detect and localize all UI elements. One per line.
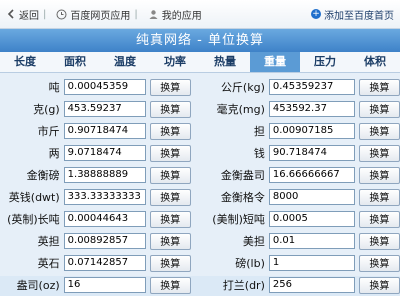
- converter-panel: 纯真网络 - 单位换算 长度 面积 温度 功率 热量 重量 压力 体积 吨 换算…: [0, 29, 400, 294]
- convert-button[interactable]: 换算: [149, 210, 191, 228]
- convert-button[interactable]: 换算: [149, 232, 191, 250]
- conversion-row: 英石 换算 磅(lb) 换算: [0, 252, 400, 274]
- unit-label: 市斤: [37, 125, 60, 138]
- conversion-row: 英担 换算 美担 换算: [0, 230, 400, 252]
- unit-label: 英担: [37, 235, 60, 248]
- unit-label: 盎司(oz): [16, 279, 60, 292]
- convert-button[interactable]: 换算: [358, 254, 400, 272]
- convert-button[interactable]: 换算: [358, 166, 400, 184]
- unit-value-field[interactable]: [268, 101, 355, 117]
- unit-label: (美制)短吨: [212, 213, 265, 226]
- convert-button[interactable]: 换算: [358, 122, 400, 140]
- unit-value-field[interactable]: [63, 233, 146, 249]
- unit-value-field[interactable]: [63, 145, 146, 161]
- convert-button[interactable]: 换算: [149, 188, 191, 206]
- top-nav-bar: 返回 | 百度网页应用 | 我的应用 + 添加至百度首页: [0, 0, 400, 29]
- baidu-apps-link[interactable]: 百度网页应用: [56, 7, 130, 22]
- unit-value-field[interactable]: [63, 123, 146, 139]
- convert-button[interactable]: 换算: [149, 78, 191, 96]
- unit-value-field[interactable]: [268, 233, 355, 249]
- baidu-apps-label: 百度网页应用: [70, 10, 131, 22]
- conversion-rows: 吨 换算 公斤(kg) 换算 克(g) 换算 毫克(mg) 换算 市斤 换算 担…: [0, 73, 400, 296]
- unit-label: 吨: [48, 81, 60, 94]
- unit-value-field[interactable]: [63, 101, 146, 117]
- conversion-row: (英制)长吨 换算 (美制)短吨 换算: [0, 208, 400, 230]
- unit-value-field[interactable]: [268, 189, 355, 205]
- convert-button[interactable]: 换算: [149, 276, 191, 294]
- tab-pressure[interactable]: 压力: [300, 52, 350, 72]
- unit-value-field[interactable]: [268, 277, 355, 293]
- tab-weight[interactable]: 重量: [250, 52, 300, 72]
- unit-value-field[interactable]: [63, 79, 146, 95]
- unit-value-field[interactable]: [63, 211, 146, 227]
- unit-label: 打兰(dr): [222, 279, 265, 292]
- convert-button[interactable]: 换算: [149, 144, 191, 162]
- unit-label: 公斤(kg): [220, 81, 265, 94]
- unit-value-field[interactable]: [268, 123, 355, 139]
- unit-label: 金衡盎司: [220, 169, 265, 182]
- unit-value-field[interactable]: [268, 211, 355, 227]
- unit-value-field[interactable]: [268, 145, 355, 161]
- convert-button[interactable]: 换算: [149, 100, 191, 118]
- conversion-row: 吨 换算 公斤(kg) 换算: [0, 76, 400, 98]
- tab-power[interactable]: 功率: [150, 52, 200, 72]
- back-arrow-icon: [6, 9, 16, 19]
- unit-value-field[interactable]: [268, 79, 355, 95]
- tab-area[interactable]: 面积: [50, 52, 100, 72]
- clock-icon: [56, 9, 67, 20]
- unit-value-field[interactable]: [268, 255, 355, 271]
- unit-value-field[interactable]: [63, 167, 146, 183]
- unit-label: 英钱(dwt): [8, 191, 60, 204]
- unit-value-field[interactable]: [63, 255, 146, 271]
- unit-label: 美担: [242, 235, 265, 248]
- tab-volume[interactable]: 体积: [350, 52, 400, 72]
- conversion-row: 市斤 换算 担 换算: [0, 120, 400, 142]
- unit-value-field[interactable]: [63, 277, 146, 293]
- add-to-home-link[interactable]: + 添加至百度首页: [311, 7, 394, 22]
- add-to-home-label: 添加至百度首页: [324, 10, 394, 22]
- conversion-row: 两 换算 钱 换算: [0, 142, 400, 164]
- conversion-row: 金衡磅 换算 金衡盎司 换算: [0, 164, 400, 186]
- divider: |: [43, 8, 47, 20]
- convert-button[interactable]: 换算: [358, 144, 400, 162]
- my-apps-link[interactable]: 我的应用: [148, 7, 202, 22]
- unit-label: 金衡格令: [220, 191, 265, 204]
- convert-button[interactable]: 换算: [358, 188, 400, 206]
- unit-value-field[interactable]: [268, 167, 355, 183]
- convert-button[interactable]: 换算: [149, 122, 191, 140]
- tab-temperature[interactable]: 温度: [100, 52, 150, 72]
- tab-length[interactable]: 长度: [0, 52, 50, 72]
- convert-button[interactable]: 换算: [358, 276, 400, 294]
- user-icon: [148, 9, 159, 20]
- convert-button[interactable]: 换算: [149, 254, 191, 272]
- unit-label: 钱: [253, 147, 265, 160]
- convert-button[interactable]: 换算: [358, 232, 400, 250]
- my-apps-label: 我的应用: [161, 10, 202, 22]
- unit-label: 英石: [37, 257, 60, 270]
- tab-heat[interactable]: 热量: [200, 52, 250, 72]
- unit-label: 两: [48, 147, 60, 160]
- unit-label: (英制)长吨: [7, 213, 60, 226]
- convert-button[interactable]: 换算: [358, 210, 400, 228]
- unit-tabs: 长度 面积 温度 功率 热量 重量 压力 体积: [0, 52, 400, 73]
- unit-label: 克(g): [33, 103, 60, 116]
- back-label: 返回: [19, 10, 39, 22]
- back-link[interactable]: 返回: [6, 7, 39, 22]
- unit-label: 担: [253, 125, 265, 138]
- unit-label: 磅(lb): [235, 257, 265, 270]
- unit-label: 金衡磅: [26, 169, 60, 182]
- convert-button[interactable]: 换算: [358, 78, 400, 96]
- panel-title: 纯真网络 - 单位换算: [0, 29, 400, 52]
- conversion-row: 克(g) 换算 毫克(mg) 换算: [0, 98, 400, 120]
- conversion-row: 英钱(dwt) 换算 金衡格令 换算: [0, 186, 400, 208]
- convert-button[interactable]: 换算: [149, 166, 191, 184]
- divider: |: [134, 8, 138, 20]
- plus-icon: +: [311, 9, 321, 19]
- unit-value-field[interactable]: [63, 189, 146, 205]
- unit-label: 毫克(mg): [216, 103, 265, 116]
- convert-button[interactable]: 换算: [358, 100, 400, 118]
- conversion-row: 盎司(oz) 换算 打兰(dr) 换算: [0, 274, 400, 296]
